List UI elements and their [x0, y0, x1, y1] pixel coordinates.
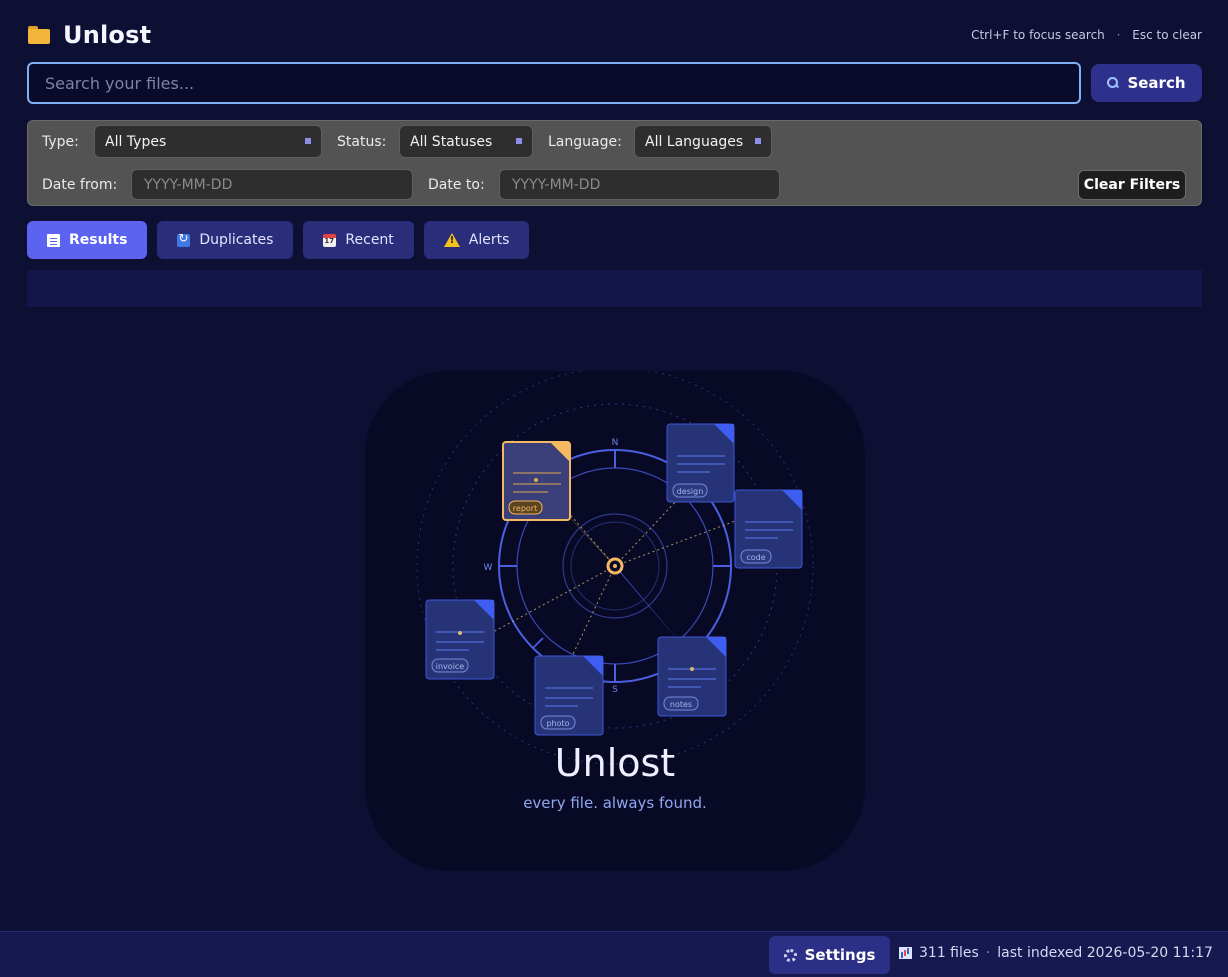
type-select-value: All Types [105, 134, 167, 150]
bar-chart-icon [899, 947, 912, 959]
language-select[interactable]: All Languages [634, 125, 772, 158]
filter-panel: Type: All Types Status: All Statuses Lan… [27, 120, 1202, 206]
search-button[interactable]: Search [1091, 64, 1202, 102]
index-status: 311 files · last indexed 2026-05-20 11:1… [899, 945, 1213, 961]
clear-filters-button[interactable]: Clear Filters [1078, 170, 1186, 200]
shortcut-clear-text: to clear [1156, 28, 1202, 42]
type-select[interactable]: All Types [94, 125, 322, 158]
search-row: Search [27, 62, 1202, 104]
status-select-value: All Statuses [410, 134, 493, 150]
hero-title: Unlost [554, 741, 676, 785]
tab-duplicates[interactable]: Duplicates [157, 221, 294, 259]
status-select[interactable]: All Statuses [399, 125, 533, 158]
folder-icon [27, 25, 51, 45]
dropdown-marker-icon [755, 138, 761, 144]
brand: Unlost [27, 21, 151, 49]
date-to-input[interactable] [499, 169, 780, 200]
file-card-photo: photo [534, 655, 604, 736]
search-button-label: Search [1127, 74, 1186, 92]
tab-alerts[interactable]: Alerts [423, 221, 530, 259]
file-card-invoice: invoice [425, 599, 495, 680]
tab-alerts-label: Alerts [468, 232, 510, 248]
card-label-notes: notes [670, 700, 692, 709]
shortcut-separator: · [1116, 28, 1121, 42]
card-label-invoice: invoice [436, 662, 465, 671]
card-label-photo: photo [546, 719, 569, 728]
empty-state-hero: N S W report design code invoice photo n… [365, 371, 865, 871]
shortcut-focus-key: Ctrl+F [971, 28, 1010, 42]
tab-results-label: Results [69, 232, 128, 248]
document-icon [47, 233, 60, 247]
card-label-report: report [513, 504, 537, 513]
magnifier-icon [1107, 77, 1119, 89]
shortcut-focus-text: to focus search [1013, 28, 1105, 42]
status-separator: · [985, 945, 991, 961]
settings-label: Settings [804, 946, 876, 964]
hero-tagline: every file. always found. [523, 794, 707, 812]
gear-icon [783, 948, 797, 962]
compass-n-label: N [612, 438, 619, 448]
tab-recent-label: Recent [345, 232, 394, 248]
date-to-label: Date to: [428, 177, 485, 193]
file-card-design: design [666, 423, 735, 503]
dropdown-marker-icon [305, 138, 311, 144]
shortcut-clear-key: Esc [1132, 28, 1153, 42]
results-summary-bar [27, 270, 1202, 307]
file-count: 311 files [919, 945, 979, 961]
date-from-label: Date from: [42, 177, 118, 193]
status-bar: Settings 311 files · last indexed 2026-0… [0, 931, 1228, 977]
file-card-notes: notes [657, 636, 727, 717]
language-label: Language: [548, 134, 622, 150]
compass-w-label: W [484, 563, 493, 573]
shortcut-hint: Ctrl+F to focus search · Esc to clear [971, 28, 1202, 42]
refresh-icon [177, 231, 191, 247]
type-label: Type: [42, 134, 79, 150]
tab-duplicates-label: Duplicates [199, 232, 274, 248]
warning-icon [443, 233, 460, 247]
search-input[interactable] [27, 62, 1081, 104]
view-tabs: Results Duplicates Recent Alerts [27, 221, 530, 259]
tab-results[interactable]: Results [27, 221, 148, 259]
file-card-report: report [502, 441, 571, 521]
status-label: Status: [337, 134, 387, 150]
app-header: Unlost Ctrl+F to focus search · Esc to c… [27, 18, 1202, 52]
language-select-value: All Languages [645, 134, 744, 150]
calendar-icon [323, 233, 337, 247]
date-from-input[interactable] [131, 169, 413, 200]
settings-button[interactable]: Settings [769, 936, 890, 974]
dropdown-marker-icon [516, 138, 522, 144]
last-indexed: last indexed 2026-05-20 11:17 [997, 945, 1213, 961]
file-card-code: code [734, 489, 803, 569]
compass-s-label: S [612, 685, 618, 695]
card-label-design: design [677, 487, 704, 496]
tab-recent[interactable]: Recent [303, 221, 414, 259]
card-label-code: code [746, 553, 765, 562]
app-title: Unlost [63, 21, 152, 49]
